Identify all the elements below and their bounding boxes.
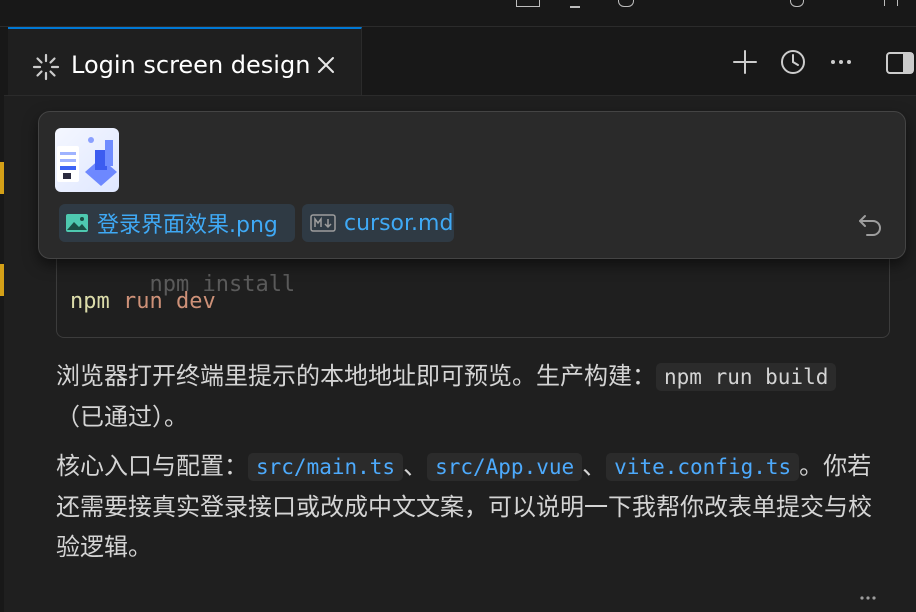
message-paragraph-1: 浏览器打开终端里提示的本地地址即可预览。生产构建： npm run build （… [56,356,892,437]
code-args: run dev [123,289,216,314]
attachment-chip-label: cursor.md [344,210,454,236]
attachment-card: 登录界面效果.png cursor.md [38,111,906,259]
close-icon[interactable] [314,53,338,77]
file-link-main-ts[interactable]: src/main.ts [248,453,404,481]
image-icon [66,214,88,232]
attachment-chip-label: 登录界面效果.png [97,213,278,238]
run-icon[interactable] [570,0,580,8]
inline-code: npm run build [656,363,837,391]
message-paragraph-2: 核心入口与配置： src/main.ts、 src/App.vue、 vite.con… [56,446,892,567]
file-link-vite-config[interactable]: vite.config.ts [606,453,800,481]
attachment-chip-markdown[interactable]: cursor.md [302,204,454,242]
layout-icon[interactable] [516,0,540,7]
paragraph-text: 浏览器打开终端里提示的本地地址即可预览。生产构建： [56,362,656,390]
paragraph-text: 核心入口与配置： [56,452,248,480]
attachment-chip-image[interactable]: 登录界面效果.png [59,204,295,242]
loading-spinner-icon [32,53,60,81]
code-command: npm [70,289,110,314]
window-control-icon[interactable] [884,0,898,6]
title-bar [0,0,916,27]
chat-content: npm install npm run dev 浏览器打开终端里提示的本地地址即… [0,96,916,612]
tab-bar: Login screen design [4,27,916,96]
markdown-icon [310,214,336,232]
settings-icon[interactable] [618,0,634,7]
tab-login-screen-design[interactable]: Login screen design [8,27,362,95]
thumbnail-illustration-icon [57,137,117,186]
history-icon[interactable] [778,47,808,77]
toggle-panel-icon[interactable] [884,47,914,77]
account-icon[interactable] [790,0,804,7]
paragraph-text: （已通过）。 [56,403,188,431]
file-link-app-vue[interactable]: src/App.vue [427,453,583,481]
code-line: npm run dev [70,289,216,314]
more-options-icon[interactable] [858,592,878,602]
image-thumbnail[interactable] [55,128,119,192]
more-icon[interactable] [826,47,856,77]
separator: 、 [403,452,428,480]
undo-icon[interactable] [857,212,883,236]
plus-icon[interactable] [730,47,760,77]
tab-title: Login screen design [71,51,311,79]
separator: 、 [582,452,607,480]
